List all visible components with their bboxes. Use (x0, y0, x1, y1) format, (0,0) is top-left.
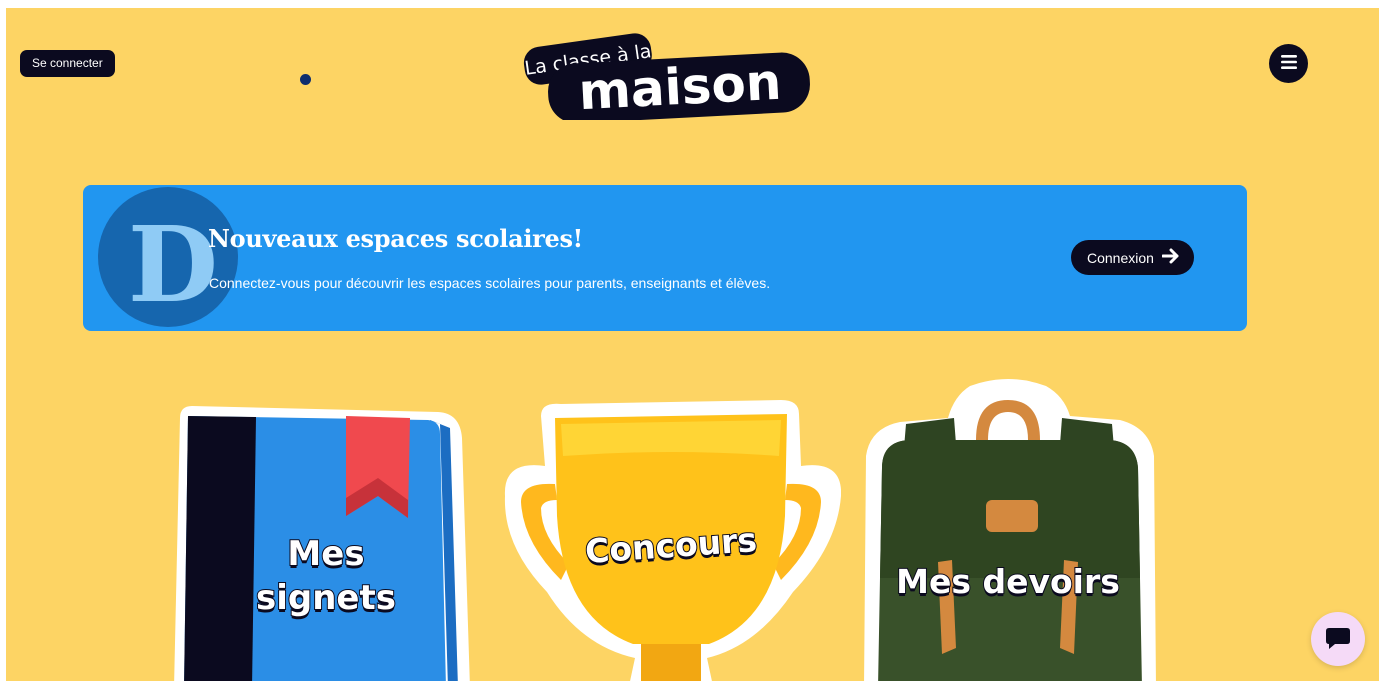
chat-bubble-icon (1325, 626, 1351, 653)
card-concours[interactable]: Concours (501, 396, 841, 681)
banner-title: Nouveaux espaces scolaires! (208, 224, 583, 253)
card-mes-signets-label: Mes signets (224, 532, 428, 620)
page: Se connecter La classe à la maison D Nou… (6, 8, 1379, 681)
card-mes-signets-line2: signets (255, 577, 397, 619)
badge-letter: D (128, 203, 218, 326)
d-badge-icon: D (98, 187, 242, 331)
decorative-dot (300, 74, 311, 85)
login-button[interactable]: Se connecter (20, 50, 115, 77)
card-mes-signets[interactable]: Mes signets (166, 398, 476, 681)
card-mes-signets-line1: Mes (286, 533, 365, 575)
banner-text: Connectez-vous pour découvrir les espace… (209, 275, 771, 291)
site-logo[interactable]: La classe à la maison (518, 20, 818, 124)
schools-banner: D Nouveaux espaces scolaires! Connectez-… (83, 185, 1247, 331)
card-mes-devoirs-label: Mes devoirs (895, 561, 1121, 602)
hamburger-icon (1280, 55, 1297, 72)
connexion-label: Connexion (1087, 249, 1154, 266)
arrow-right-icon (1161, 248, 1180, 267)
card-mes-devoirs[interactable]: Mes devoirs (858, 378, 1158, 681)
backpack-icon (858, 378, 1158, 681)
connexion-button[interactable]: Connexion (1071, 240, 1194, 275)
logo-line2: maison (577, 53, 782, 120)
chat-button[interactable] (1311, 612, 1365, 666)
menu-button[interactable] (1269, 44, 1308, 83)
